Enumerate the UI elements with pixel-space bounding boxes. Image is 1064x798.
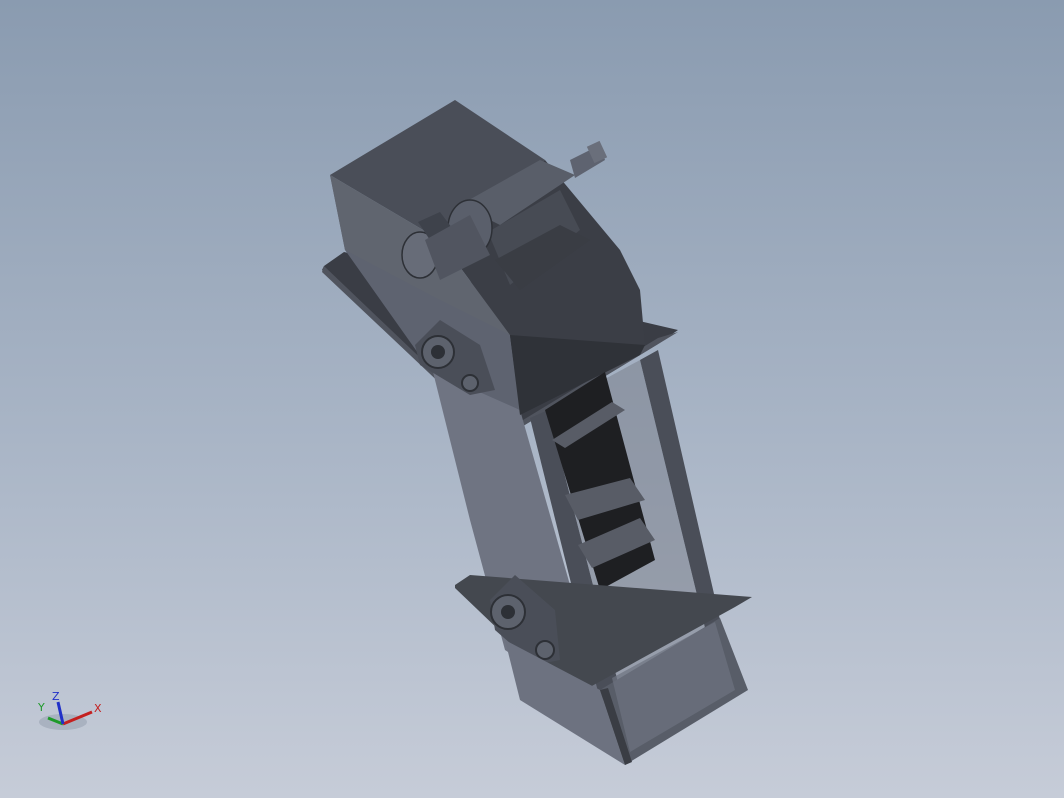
axis-triad: X Y Z bbox=[37, 690, 102, 730]
axis-x-label: X bbox=[94, 702, 102, 715]
cad-viewport[interactable] bbox=[0, 0, 1064, 798]
axis-y-label: Y bbox=[37, 701, 45, 714]
axis-z-label: Z bbox=[52, 690, 60, 703]
